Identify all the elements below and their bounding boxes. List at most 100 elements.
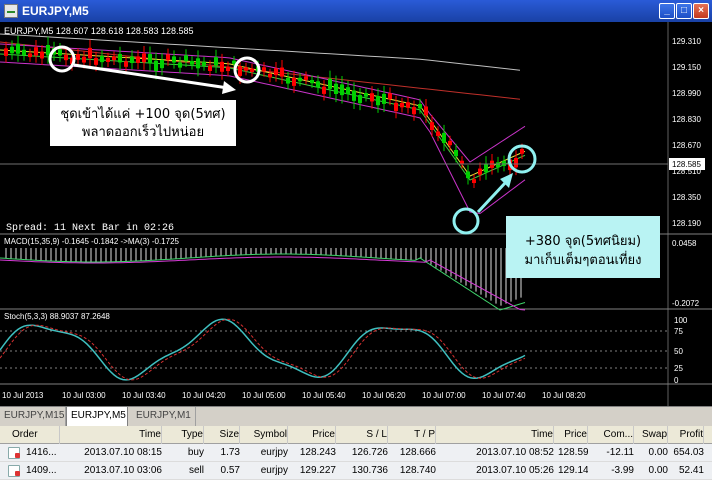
candle-body — [418, 104, 422, 109]
candle-body — [10, 46, 14, 54]
column-header[interactable]: Swap — [638, 426, 668, 444]
table-cell: 2013.07.10 08:52 — [476, 447, 554, 458]
table-cell: 2013.07.10 03:06 — [84, 465, 162, 476]
candle-body — [262, 67, 266, 72]
candle-body — [520, 149, 524, 154]
time-axis-label: 10 Jul 04:20 — [182, 391, 226, 400]
candle-body — [478, 168, 482, 175]
candle-body — [34, 47, 38, 56]
candle-body — [424, 106, 428, 116]
candle-body — [352, 90, 356, 101]
price-axis-label: 129.150 — [672, 63, 701, 72]
candle-body — [94, 58, 98, 65]
candle-body — [100, 55, 104, 63]
candle-body — [394, 102, 398, 112]
candle-body — [496, 162, 500, 168]
stoch-label: Stoch(5,3,3) 88.9037 87.2648 — [4, 312, 110, 321]
table-row[interactable]: 1409... 2013.07.10 03:06 sell 0.57 eurjpy 129… — [0, 462, 712, 480]
current-price-label: 128.585 — [672, 160, 701, 169]
table-cell: 1416... — [26, 447, 57, 458]
time-axis-label: 10 Jul 07:40 — [482, 391, 526, 400]
tab-eurjpy-m5[interactable]: EURJPY,M5 — [66, 407, 128, 427]
candle-body — [328, 78, 332, 89]
table-cell: 52.41 — [678, 465, 704, 476]
table-row[interactable]: 1416... 2013.07.10 08:15 buy 1.73 eurjpy 128.… — [0, 444, 712, 462]
time-axis-label: 10 Jul 05:40 — [302, 391, 346, 400]
spread-info: Spread: 11 Next Bar in 02:26 — [6, 222, 174, 234]
table-cell: 126.726 — [351, 447, 388, 458]
price-axis-label: 129.310 — [672, 37, 701, 46]
column-header[interactable]: Time — [440, 426, 554, 444]
table-cell: 1.73 — [220, 447, 240, 458]
candle-body — [172, 56, 176, 63]
candle-body — [226, 66, 230, 72]
price-axis-label: 128.350 — [672, 193, 701, 202]
column-header[interactable]: Time — [62, 426, 162, 444]
candle-body — [106, 57, 110, 62]
minimize-button[interactable]: _ — [659, 3, 675, 19]
time-axis-label: 10 Jul 03:40 — [122, 391, 166, 400]
candle-body — [406, 102, 410, 108]
table-cell: 129.142 — [558, 465, 588, 476]
annotation-right-line2: มาเก็บเต็มๆตอนเที่ยง — [525, 250, 642, 268]
stoch-level-label: 25 — [674, 364, 683, 373]
column-header[interactable]: Price — [292, 426, 336, 444]
table-cell: 0.00 — [648, 447, 668, 458]
candle-body — [142, 53, 146, 63]
candle-body — [346, 87, 350, 95]
price-axis-label: 128.990 — [672, 89, 701, 98]
column-header[interactable]: Symbol — [244, 426, 288, 444]
price-axis-label: 128.670 — [672, 141, 701, 150]
candle-body — [454, 149, 458, 157]
stoch-level-label: 75 — [674, 327, 683, 336]
stoch-main-line — [0, 318, 526, 381]
candle-body — [298, 77, 302, 82]
candle-body — [154, 60, 158, 72]
column-header[interactable]: Order — [12, 426, 60, 444]
column-header[interactable]: Price — [558, 426, 588, 444]
table-cell: 0.57 — [220, 465, 240, 476]
time-axis-label: 10 Jul 06:20 — [362, 391, 406, 400]
candle-body — [220, 61, 224, 72]
trade-arrow-1 — [73, 63, 229, 90]
chart-window-icon — [4, 4, 18, 18]
price-axis-label: 128.830 — [672, 115, 701, 124]
closed-order-icon — [8, 447, 20, 459]
chart-canvas[interactable]: EURJPY,M5 128.607 128.618 128.583 128.58… — [0, 22, 712, 406]
candle-body — [322, 86, 326, 94]
candle-body — [304, 76, 308, 80]
candle-body — [178, 62, 182, 68]
candle-body — [448, 140, 452, 146]
tab-eurjpy-m1[interactable]: EURJPY,M1 — [132, 407, 196, 426]
column-header[interactable]: S / L — [340, 426, 388, 444]
stoch-levels — [0, 330, 668, 369]
column-header[interactable]: Size — [208, 426, 240, 444]
candle-body — [250, 68, 254, 73]
candle-body — [4, 48, 8, 56]
column-header[interactable]: Profit — [672, 426, 704, 444]
chart-area[interactable]: EURJPY,M5 128.607 128.618 128.583 128.58… — [0, 22, 712, 406]
table-cell: 2013.07.10 05:26 — [476, 465, 554, 476]
candle-body — [136, 56, 140, 63]
macd-top-level: 0.0458 — [672, 239, 697, 248]
table-cell: 128.666 — [399, 447, 436, 458]
candle-body — [130, 56, 134, 64]
column-header[interactable]: T / P — [392, 426, 436, 444]
column-header[interactable]: Com... — [592, 426, 634, 444]
candle-body — [22, 49, 26, 56]
candle-body — [76, 54, 80, 60]
tab-eurjpy-m15[interactable]: EURJPY,M15 — [0, 407, 66, 426]
time-axis-label: 10 Jul 08:20 — [542, 391, 586, 400]
column-header[interactable]: Type — [166, 426, 204, 444]
time-axis-label: 10 Jul 07:00 — [422, 391, 466, 400]
candle-body — [46, 45, 50, 56]
candle-body — [148, 54, 152, 64]
candle-body — [274, 68, 278, 76]
table-header-row: Order Time Type Size Symbol Price S / LT / P Ti… — [0, 426, 712, 444]
maximize-button[interactable]: □ — [676, 3, 692, 19]
candle-body — [292, 77, 296, 86]
candle-body — [286, 77, 290, 84]
close-button[interactable]: × — [693, 3, 709, 19]
macd-histogram — [0, 248, 526, 311]
candle-body — [334, 83, 338, 94]
